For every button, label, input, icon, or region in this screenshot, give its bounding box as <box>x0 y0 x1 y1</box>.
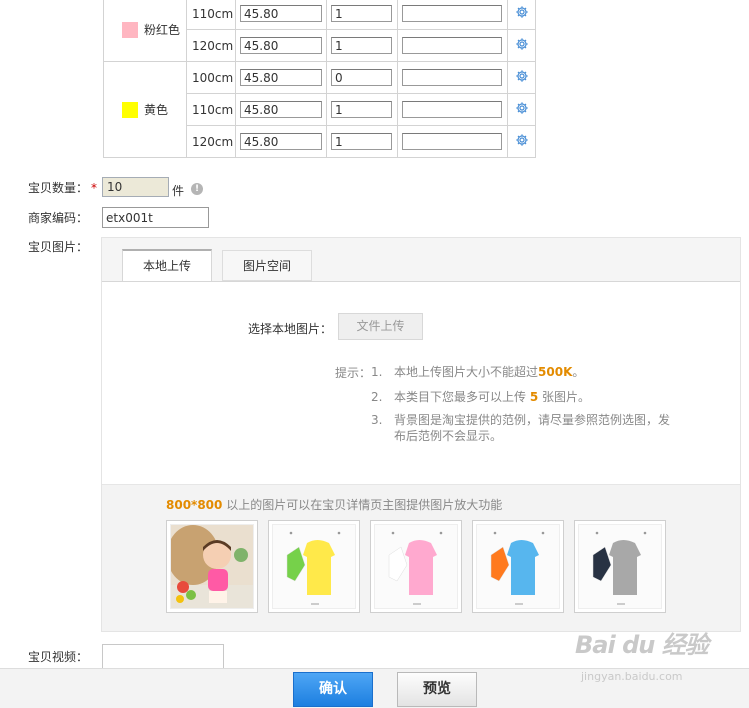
thumbnail-image <box>578 524 662 609</box>
stock-input[interactable] <box>331 69 392 86</box>
sku-code-input[interactable] <box>402 133 502 150</box>
code-cell <box>397 125 508 158</box>
size-cell: 120cm <box>186 125 236 158</box>
price-cell <box>235 29 327 62</box>
upload-area: 选择本地图片： 文件上传 提示： 1. 本地上传图片大小不能超过500K。 2.… <box>102 281 740 484</box>
qty-cell <box>326 125 398 158</box>
size-cell: 100cm <box>186 61 236 94</box>
price-cell <box>235 125 327 158</box>
video-label: 宝贝视频： <box>28 650 89 664</box>
gear-cell <box>507 0 536 30</box>
size-cell: 110cm <box>186 0 236 30</box>
example-thumbnail[interactable] <box>166 520 258 613</box>
watermark: Bai du 经验 jingyan.baidu.com <box>575 625 745 685</box>
color-swatch <box>122 101 138 118</box>
gallery-note: 800*800 以上的图片可以在宝贝详情页主图提供图片放大功能 <box>166 498 503 512</box>
sku-code-input[interactable] <box>402 5 502 22</box>
tip-item: 1. 本地上传图片大小不能超过500K。 <box>371 365 585 379</box>
price-cell <box>235 93 327 126</box>
example-thumbnail[interactable] <box>472 520 564 613</box>
tip-item: 2. 本类目下您最多可以上传 5 张图片。 <box>371 390 591 404</box>
quantity-label: 宝贝数量： * <box>28 181 98 195</box>
sku-row: 黄色 100cm <box>103 61 536 158</box>
price-input[interactable] <box>240 133 322 150</box>
color-cell: 粉红色 <box>103 0 187 62</box>
stock-input[interactable] <box>331 133 392 150</box>
stock-input[interactable] <box>331 5 392 22</box>
preview-button[interactable]: 预览 <box>397 672 477 707</box>
merchant-code-label: 商家编码： <box>28 211 89 225</box>
watermark-url: jingyan.baidu.com <box>581 670 683 683</box>
watermark-logo: Bai du 经验 <box>575 631 709 659</box>
stock-input[interactable] <box>331 101 392 118</box>
example-thumbnail[interactable] <box>574 520 666 613</box>
sku-code-input[interactable] <box>402 69 502 86</box>
file-upload-button[interactable]: 文件上传 <box>338 313 423 340</box>
tip-item: 3. 背景图是淘宝提供的范例，请尽量参照范例选图，发布后范例不会显示。 <box>371 413 671 443</box>
qty-cell <box>326 29 398 62</box>
price-cell <box>235 0 327 30</box>
quantity-input[interactable] <box>102 177 169 197</box>
color-label: 黄色 <box>144 103 169 117</box>
sku-row: 粉红色 110cm <box>103 0 536 62</box>
gear-icon[interactable] <box>515 70 529 86</box>
thumbnail-image <box>476 524 560 609</box>
gear-cell <box>507 93 536 126</box>
code-cell <box>397 61 508 94</box>
thumbnail-image <box>170 524 254 609</box>
gear-icon[interactable] <box>515 102 529 118</box>
gear-icon[interactable] <box>515 6 529 22</box>
sku-code-input[interactable] <box>402 37 502 54</box>
color-label: 粉红色 <box>144 23 181 37</box>
qty-cell <box>326 0 398 30</box>
tips-label: 提示： <box>335 366 372 380</box>
gear-cell <box>507 125 536 158</box>
example-thumbnail[interactable] <box>370 520 462 613</box>
confirm-button[interactable]: 确认 <box>293 672 373 707</box>
sku-code-input[interactable] <box>402 101 502 118</box>
quantity-unit: 件 <box>172 184 185 198</box>
qty-cell <box>326 61 398 94</box>
thumbnail-image <box>272 524 356 609</box>
gear-cell <box>507 29 536 62</box>
price-input[interactable] <box>240 5 322 22</box>
merchant-code-input[interactable] <box>102 207 209 228</box>
code-cell <box>397 29 508 62</box>
tab-local-upload[interactable]: 本地上传 <box>122 249 212 282</box>
color-swatch <box>122 21 138 38</box>
image-upload-panel: 本地上传 图片空间 选择本地图片： 文件上传 提示： 1. 本地上传图片大小不能… <box>101 237 741 632</box>
info-icon[interactable]: ! <box>191 183 203 195</box>
sku-table: 粉红色110cm120cm黄色100cm110cm120cm <box>103 0 536 158</box>
color-cell: 黄色 <box>103 61 187 158</box>
required-mark: * <box>91 181 98 195</box>
qty-cell <box>326 93 398 126</box>
gear-icon[interactable] <box>515 134 529 150</box>
price-input[interactable] <box>240 69 322 86</box>
choose-image-label: 选择本地图片： <box>248 322 333 336</box>
stock-input[interactable] <box>331 37 392 54</box>
size-cell: 120cm <box>186 29 236 62</box>
code-cell <box>397 0 508 30</box>
price-cell <box>235 61 327 94</box>
gear-icon[interactable] <box>515 38 529 54</box>
gear-cell <box>507 61 536 94</box>
price-input[interactable] <box>240 37 322 54</box>
example-gallery: 800*800 以上的图片可以在宝贝详情页主图提供图片放大功能 <box>102 484 740 631</box>
size-cell: 110cm <box>186 93 236 126</box>
thumbnail-image <box>374 524 458 609</box>
code-cell <box>397 93 508 126</box>
tab-image-space[interactable]: 图片空间 <box>222 250 312 281</box>
images-label: 宝贝图片： <box>28 240 89 254</box>
price-input[interactable] <box>240 101 322 118</box>
example-thumbnail[interactable] <box>268 520 360 613</box>
